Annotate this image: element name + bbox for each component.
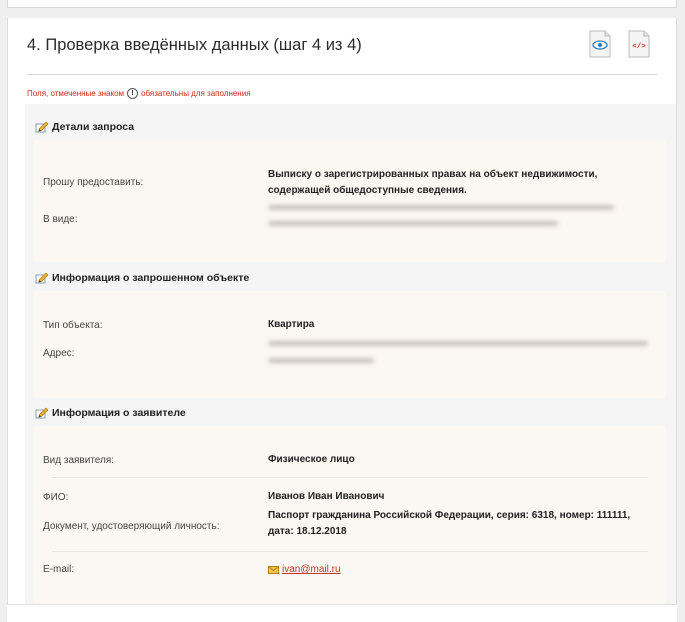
edit-icon[interactable]: [35, 121, 49, 133]
identity-document-value: Паспорт гражданина Российской Федерации,…: [268, 510, 631, 537]
row-divider: [52, 551, 648, 552]
object-info-box: Тип объекта: Квартира Адрес:: [34, 291, 666, 398]
address-label: Адрес:: [43, 348, 75, 359]
bottom-toolbar-edge: [7, 604, 677, 622]
review-content: Детали запроса Прошу предоставить: Выпис…: [25, 104, 676, 615]
section-title-applicant-label: Информация о заявителе: [52, 407, 186, 419]
applicant-kind-label: Вид заявителя:: [43, 455, 115, 466]
section-title-request-label: Детали запроса: [52, 121, 135, 133]
object-type-label: Тип объекта:: [43, 320, 103, 331]
email-value: ivan@mail.ru: [268, 562, 341, 578]
required-note-text-end: обязательны для заполнения: [141, 89, 251, 98]
edit-icon[interactable]: [35, 272, 49, 284]
required-fields-note: Поля, отмеченные знаком ! обязательны дл…: [27, 88, 251, 99]
eye-document-icon[interactable]: [589, 30, 611, 58]
request-details-box: Прошу предоставить: Выписку о зарегистри…: [34, 140, 666, 262]
section-title-object-label: Информация о запрошенном объекте: [52, 272, 250, 284]
identity-document-label: Документ, удостоверяющий личность:: [43, 521, 220, 532]
provide-value: Выписку о зарегистрированных правах на о…: [268, 169, 598, 196]
header-divider: [27, 74, 657, 75]
step-panel: 4. Проверка введённых данных (шаг 4 из 4…: [7, 18, 677, 621]
applicant-kind-value: Физическое лицо: [268, 454, 355, 465]
required-note-text: Поля, отмеченные знаком: [27, 89, 125, 98]
page-title: 4. Проверка введённых данных (шаг 4 из 4…: [27, 36, 362, 54]
applicant-info-box: Вид заявителя: Физическое лицо ФИО: Иван…: [34, 426, 666, 604]
provide-label: Прошу предоставить:: [43, 177, 144, 188]
section-title-object: Информация о запрошенном объекте: [35, 272, 249, 284]
required-mark-icon: !: [127, 88, 139, 99]
section-title-request: Детали запроса: [35, 121, 134, 133]
top-container-edge: [7, 0, 677, 8]
form-label: В виде:: [43, 214, 78, 225]
section-title-applicant: Информация о заявителе: [35, 407, 186, 419]
edit-icon[interactable]: [35, 407, 49, 419]
email-link[interactable]: ivan@mail.ru: [282, 562, 341, 578]
svg-text:</>: </>: [632, 43, 646, 51]
row-divider: [52, 477, 648, 478]
fio-label: ФИО:: [43, 492, 69, 503]
envelope-icon: [268, 566, 279, 574]
code-document-icon[interactable]: </>: [628, 30, 650, 58]
object-type-value: Квартира: [268, 319, 315, 330]
email-label: E-mail:: [43, 564, 75, 575]
fio-value: Иванов Иван Иванович: [268, 491, 385, 502]
